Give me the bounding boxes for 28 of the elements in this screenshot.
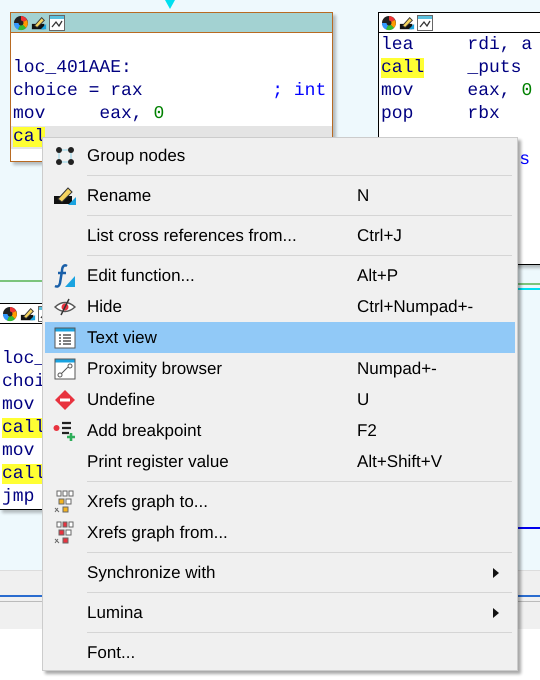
shortcut-label: Numpad+- <box>357 358 437 378</box>
shortcut-label: N <box>357 186 370 206</box>
code-mnemonic: call <box>381 58 424 78</box>
code-operand: _puts <box>467 57 522 80</box>
code-operand: eax, 0 <box>99 103 164 126</box>
shortcut-label: Alt+Shift+V <box>357 452 442 472</box>
code-mnemonic: mov <box>13 104 46 124</box>
shortcut-label: F2 <box>357 420 377 440</box>
code-operand: rdi, a <box>467 34 532 57</box>
code-label: loc_401AAE: <box>13 57 132 80</box>
shortcut-label: Alt+P <box>357 266 398 286</box>
code-operand: eax, 0 <box>467 80 532 103</box>
shortcut-label: Ctrl+Numpad+- <box>357 296 474 316</box>
code-label: loc_ <box>2 348 46 371</box>
shortcut-label: Ctrl+J <box>357 226 402 246</box>
code-mnemonic: mov <box>2 441 34 461</box>
code-variable: choi <box>2 371 46 394</box>
code-mnemonic: mov <box>2 395 34 415</box>
code-operand: rbx <box>467 103 500 126</box>
code-mnemonic: pop <box>381 104 414 124</box>
code-variable: choice = rax <box>13 80 144 103</box>
code-mnemonic: mov <box>381 81 414 101</box>
code-comment: ; int <box>272 80 326 103</box>
shortcut-label: U <box>357 390 370 410</box>
code-mnemonic: jmp <box>2 487 34 507</box>
code-comment: s <box>519 149 531 172</box>
code-mnemonic: lea <box>381 35 414 55</box>
code-mnemonic: cal <box>13 127 46 147</box>
